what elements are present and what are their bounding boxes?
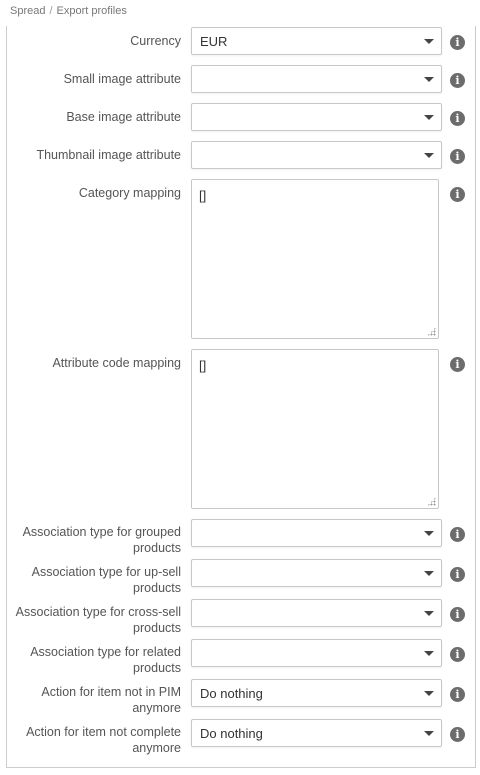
small-image-select[interactable] [191, 65, 442, 93]
info-icon[interactable]: i [450, 187, 465, 202]
info-icon[interactable]: i [450, 35, 465, 50]
chevron-down-icon [424, 651, 434, 656]
resize-handle-icon[interactable] [427, 497, 436, 506]
small-image-label: Small image attribute [63, 72, 181, 86]
category-mapping-label: Category mapping [78, 186, 181, 200]
breadcrumb-spread[interactable]: Spread [10, 5, 45, 17]
info-icon[interactable]: i [450, 727, 465, 742]
thumbnail-image-select[interactable] [191, 141, 442, 169]
category-mapping-textarea[interactable]: [] [191, 179, 439, 339]
base-image-select[interactable] [191, 103, 442, 131]
info-icon[interactable]: i [450, 647, 465, 662]
action-not-in-pim-value: Do nothing [200, 686, 263, 701]
assoc-grouped-label: Association type for grouped products [22, 525, 181, 555]
assoc-upsell-label: Association type for up-sell products [31, 565, 181, 595]
chevron-down-icon [424, 611, 434, 616]
attribute-code-mapping-label: Attribute code mapping [52, 356, 181, 370]
assoc-upsell-select[interactable] [191, 559, 442, 587]
info-icon[interactable]: i [450, 357, 465, 372]
breadcrumb-separator: / [49, 5, 53, 17]
assoc-related-select[interactable] [191, 639, 442, 667]
info-icon[interactable]: i [450, 607, 465, 622]
currency-label: Currency [130, 34, 181, 48]
chevron-down-icon [424, 77, 434, 82]
currency-select[interactable]: EUR [191, 27, 442, 55]
chevron-down-icon [424, 115, 434, 120]
info-icon[interactable]: i [450, 111, 465, 126]
chevron-down-icon [424, 153, 434, 158]
category-mapping-value: [] [199, 188, 207, 203]
action-not-in-pim-label: Action for item not in PIM anymore [41, 685, 181, 715]
chevron-down-icon [424, 531, 434, 536]
chevron-down-icon [424, 731, 434, 736]
assoc-grouped-select[interactable] [191, 519, 442, 547]
assoc-crosssell-select[interactable] [191, 599, 442, 627]
currency-value: EUR [200, 34, 228, 49]
info-icon[interactable]: i [450, 73, 465, 88]
attribute-code-mapping-textarea[interactable]: [] [191, 349, 439, 509]
info-icon[interactable]: i [450, 687, 465, 702]
resize-handle-icon[interactable] [427, 327, 436, 336]
info-icon[interactable]: i [450, 149, 465, 164]
breadcrumb: Spread / Export profiles [10, 5, 127, 17]
action-not-complete-label: Action for item not complete anymore [26, 725, 181, 755]
attribute-code-mapping-value: [] [199, 358, 207, 373]
action-not-complete-value: Do nothing [200, 726, 263, 741]
info-icon[interactable]: i [450, 527, 465, 542]
breadcrumb-export-profiles[interactable]: Export profiles [57, 5, 127, 17]
chevron-down-icon [424, 691, 434, 696]
chevron-down-icon [424, 39, 434, 44]
chevron-down-icon [424, 571, 434, 576]
base-image-label: Base image attribute [66, 110, 181, 124]
action-not-complete-select[interactable]: Do nothing [191, 719, 442, 747]
assoc-related-label: Association type for related products [30, 645, 181, 675]
action-not-in-pim-select[interactable]: Do nothing [191, 679, 442, 707]
assoc-crosssell-label: Association type for cross-sell products [15, 605, 181, 635]
thumbnail-image-label: Thumbnail image attribute [36, 148, 181, 162]
info-icon[interactable]: i [450, 567, 465, 582]
